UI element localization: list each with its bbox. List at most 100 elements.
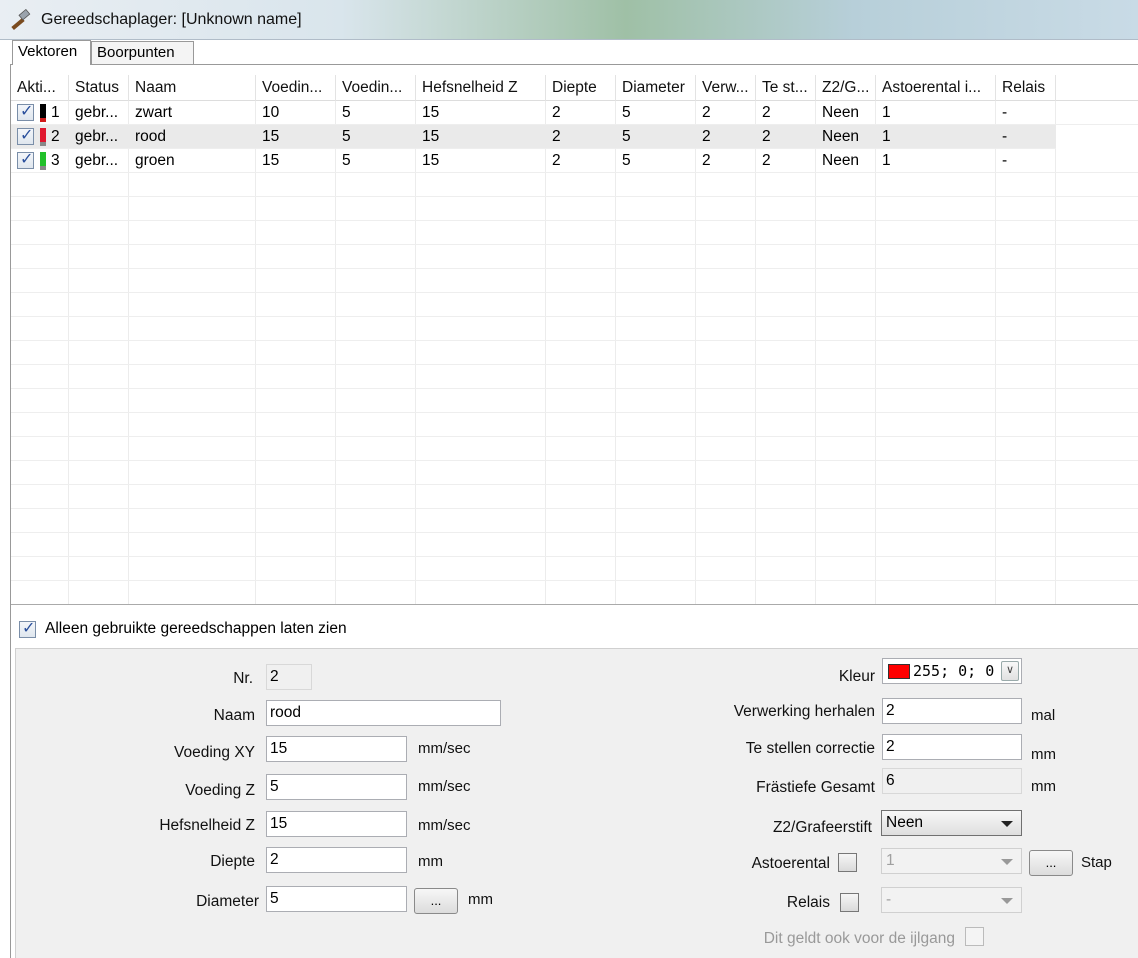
empty-row [11, 173, 1138, 197]
only-used-checkbox[interactable]: ✓ [19, 620, 36, 638]
empty-row [11, 509, 1138, 533]
hefsnelheid-label: Hefsnelheid Z [159, 817, 255, 834]
empty-row [11, 389, 1138, 413]
column-header-z2[interactable]: Z2/G... [816, 75, 876, 101]
ijlgang-checkbox[interactable] [965, 927, 984, 946]
astoerental-checkbox[interactable] [838, 853, 857, 872]
column-header-voeding-xy[interactable]: Voedin... [256, 75, 336, 101]
dropdown-arrow-icon [1001, 859, 1013, 865]
empty-row [11, 293, 1138, 317]
title-bar: Gereedschaplager: [Unknown name] [0, 0, 1138, 40]
correctie-field[interactable]: 2 [882, 734, 1022, 760]
cell-hefsnelheid: 15 [422, 128, 440, 145]
diepte-field[interactable]: 2 [266, 847, 407, 873]
verwerking-field[interactable]: 2 [882, 698, 1022, 724]
voeding-xy-label: Voeding XY [173, 744, 255, 761]
column-header-relais[interactable]: Relais [996, 75, 1056, 101]
cell-astoerental: 1 [882, 152, 891, 169]
verwerking-label: Verwerking herhalen [733, 703, 875, 720]
column-header-diameter[interactable]: Diameter [616, 75, 696, 101]
cell-te-stellen: 2 [762, 104, 771, 121]
diameter-browse-button[interactable]: ... [414, 888, 458, 914]
empty-row [11, 269, 1138, 293]
column-header-verwerking[interactable]: Verw... [696, 75, 756, 101]
cell-te-stellen: 2 [762, 128, 771, 145]
column-header-active[interactable]: Akti... [11, 75, 69, 101]
cell-naam: rood [135, 128, 167, 145]
table-row[interactable]: ✓ 3 gebr... groen 15 5 15 2 5 2 2 Neen 1- [11, 149, 1138, 173]
voeding-z-label: Voeding Z [185, 782, 255, 799]
row-active-checkbox[interactable]: ✓ [17, 103, 34, 121]
row-active-checkbox[interactable]: ✓ [17, 127, 34, 145]
z2-label: Z2/Grafeerstift [772, 819, 872, 836]
astoerental-label: Astoerental [751, 855, 830, 872]
cell-diameter: 5 [622, 152, 631, 169]
cell-hefsnelheid: 15 [422, 104, 440, 121]
empty-row [11, 221, 1138, 245]
empty-row [11, 317, 1138, 341]
empty-row [11, 413, 1138, 437]
z2-select[interactable]: Neen [881, 810, 1022, 836]
dropdown-arrow-icon [1001, 821, 1013, 827]
relais-checkbox[interactable] [840, 893, 859, 912]
table-row[interactable]: ✓ 1 gebr... zwart 10 5 15 2 5 2 2 Neen 1- [11, 101, 1138, 125]
window-title: Gereedschaplager: [Unknown name] [41, 11, 302, 28]
cell-verwerking: 2 [702, 128, 711, 145]
relais-label: Relais [786, 894, 830, 911]
cell-diepte: 2 [552, 128, 561, 145]
cell-naam: zwart [135, 104, 173, 121]
cell-voeding-z: 5 [342, 128, 351, 145]
cell-voeding-xy: 15 [262, 128, 280, 145]
astoerental-browse-button[interactable]: ... [1029, 850, 1073, 876]
voeding-xy-unit: mm/sec [418, 740, 471, 757]
kleur-swatch [888, 664, 910, 679]
correctie-label: Te stellen correctie [745, 740, 875, 757]
voeding-z-field[interactable]: 5 [266, 774, 407, 800]
relais-select[interactable]: - [881, 887, 1022, 913]
cell-nr: 1 [51, 104, 60, 121]
cell-voeding-xy: 15 [262, 152, 280, 169]
kleur-value: 255; 0; 0 [913, 662, 995, 680]
kleur-picker[interactable]: 255; 0; 0 ∨ [882, 658, 1022, 684]
naam-field[interactable]: rood [266, 700, 501, 726]
astoerental-value: 1 [886, 852, 895, 869]
cell-relais: - [1002, 128, 1008, 145]
column-header-status[interactable]: Status [69, 75, 129, 101]
cell-diepte: 2 [552, 152, 561, 169]
column-header-hefsnelheid[interactable]: Hefsnelheid Z [416, 75, 546, 101]
hefsnelheid-field[interactable]: 15 [266, 811, 407, 837]
empty-row [11, 365, 1138, 389]
correctie-unit: mm [1031, 746, 1056, 763]
astoerental-select[interactable]: 1 [881, 848, 1022, 874]
column-header-naam[interactable]: Naam [129, 75, 256, 101]
diameter-field[interactable]: 5 [266, 886, 407, 912]
astoerental-stap-label: Stap [1081, 854, 1112, 871]
cell-te-stellen: 2 [762, 152, 771, 169]
column-header-diepte[interactable]: Diepte [546, 75, 616, 101]
cell-status: gebr... [75, 152, 119, 169]
cell-hefsnelheid: 15 [422, 152, 440, 169]
tab-boorpunten[interactable]: Boorpunten [91, 41, 194, 64]
cell-diameter: 5 [622, 128, 631, 145]
column-header-voeding-z[interactable]: Voedin... [336, 75, 416, 101]
column-header-astoerental[interactable]: Astoerental i... [876, 75, 996, 101]
cell-nr: 2 [51, 128, 60, 145]
dropdown-arrow-icon [1001, 898, 1013, 904]
cell-diameter: 5 [622, 104, 631, 121]
row-active-checkbox[interactable]: ✓ [17, 151, 34, 169]
cell-z2: Neen [822, 104, 860, 121]
diepte-unit: mm [418, 853, 443, 870]
column-header-te-stellen[interactable]: Te st... [756, 75, 816, 101]
kleur-dropdown-button[interactable]: ∨ [1001, 661, 1019, 681]
cell-voeding-z: 5 [342, 152, 351, 169]
naam-label: Naam [213, 707, 255, 724]
tab-vektoren[interactable]: Vektoren [12, 40, 91, 65]
voeding-xy-field[interactable]: 15 [266, 736, 407, 762]
cell-verwerking: 2 [702, 104, 711, 121]
table-row[interactable]: ✓ 2 gebr... rood 15 5 15 2 5 2 2 Neen 1- [11, 125, 1056, 149]
grid-header: Akti... Status Naam Voedin... Voedin... … [11, 75, 1138, 101]
cell-verwerking: 2 [702, 152, 711, 169]
empty-row [11, 485, 1138, 509]
only-used-label: Alleen gebruikte gereedschappen laten zi… [45, 620, 347, 637]
empty-row [11, 533, 1138, 557]
